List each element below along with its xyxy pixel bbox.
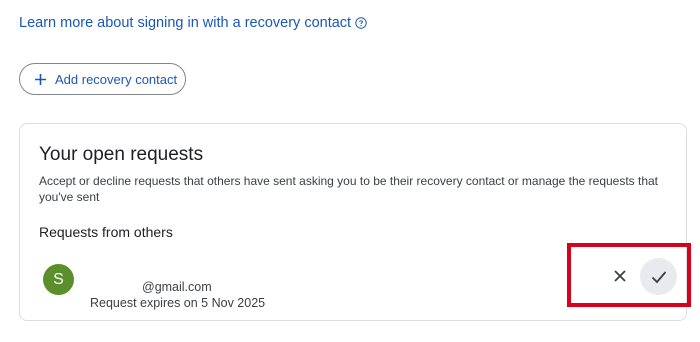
request-expiry: Request expires on 5 Nov 2025 xyxy=(90,296,266,310)
accept-request-button[interactable] xyxy=(640,258,677,295)
card-description: Accept or decline requests that others h… xyxy=(39,174,659,204)
check-icon xyxy=(651,270,666,283)
recovery-contact-page: Learn more about signing in with a recov… xyxy=(0,0,700,342)
avatar: S xyxy=(43,264,74,295)
open-requests-card: Your open requests Accept or decline req… xyxy=(19,123,687,321)
requester-email: @gmail.com xyxy=(142,280,212,294)
add-recovery-contact-label: Add recovery contact xyxy=(55,71,178,87)
add-recovery-contact-button[interactable]: Add recovery contact xyxy=(19,63,186,95)
card-title: Your open requests xyxy=(39,144,204,165)
help-circle-icon xyxy=(355,17,367,29)
plus-icon xyxy=(34,73,47,86)
close-icon xyxy=(614,270,626,282)
requests-from-others-heading: Requests from others xyxy=(39,224,173,240)
decline-request-button[interactable] xyxy=(605,261,635,291)
learn-more-text: Learn more about signing in with a recov… xyxy=(19,15,352,31)
learn-more-link[interactable]: Learn more about signing in with a recov… xyxy=(19,15,367,31)
